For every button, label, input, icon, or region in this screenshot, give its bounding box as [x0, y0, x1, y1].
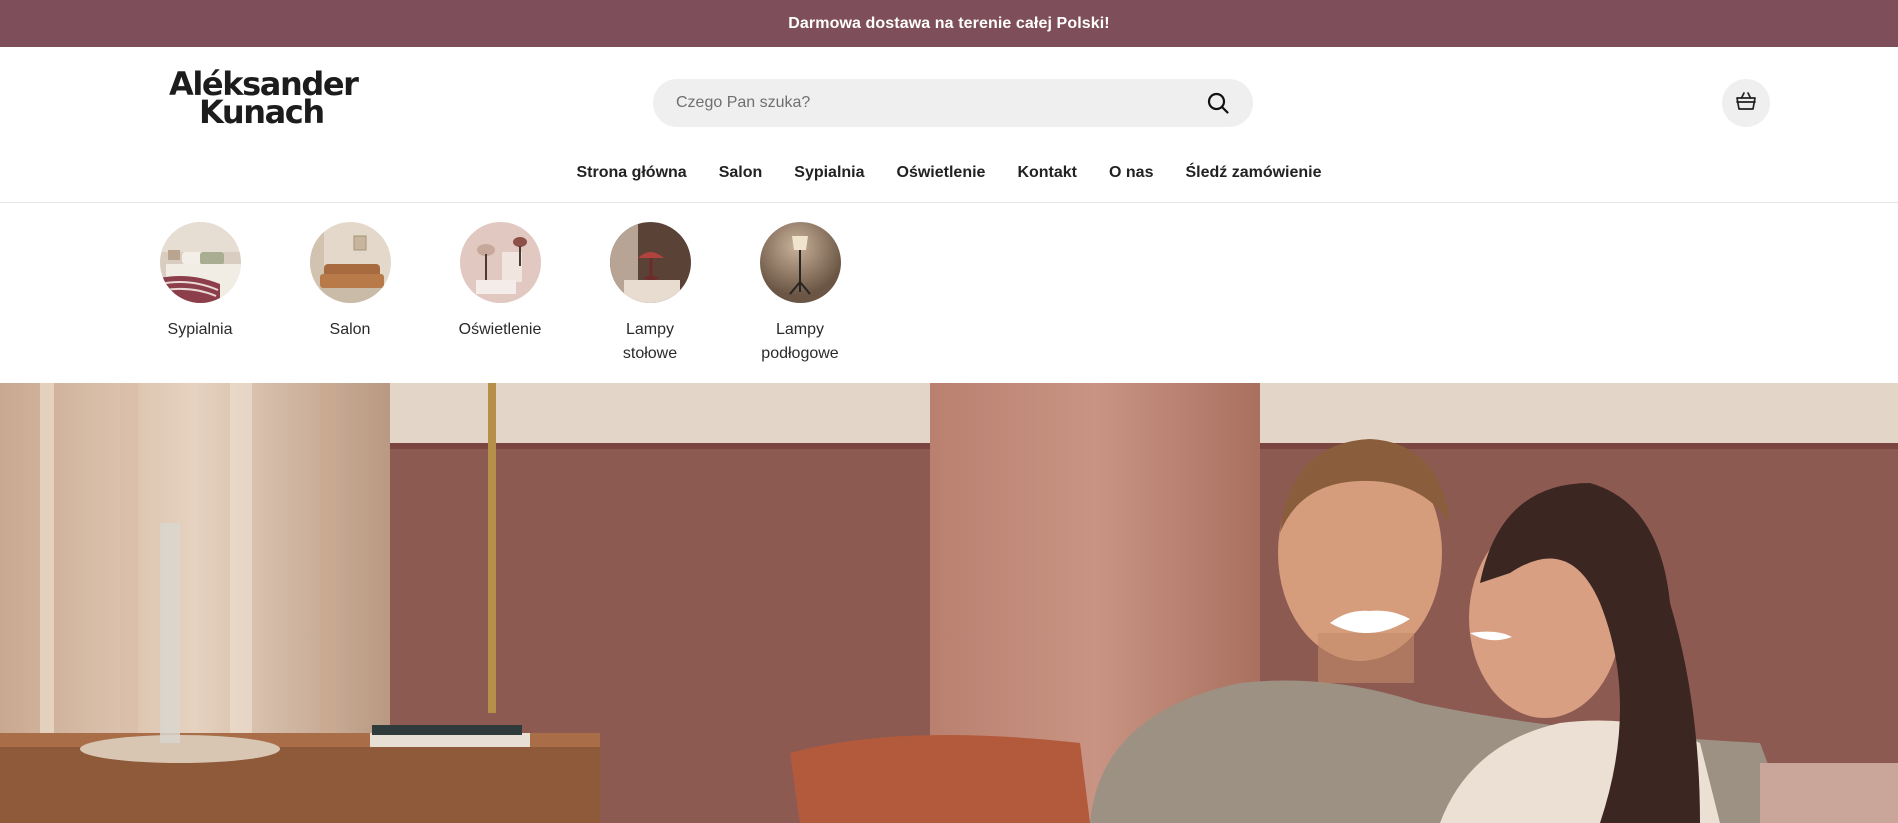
category-label: Sypialnia: [167, 321, 233, 338]
nav-item-o-nas[interactable]: O nas: [1109, 160, 1153, 186]
main-navigation: Strona główna Salon Sypialnia Oświetleni…: [0, 160, 1898, 186]
category-label: Lampy podłogowe: [761, 321, 839, 362]
category-sypialnia[interactable]: Sypialnia: [150, 222, 250, 342]
hero-banner-image: [0, 383, 1898, 823]
category-label: Salon: [329, 321, 371, 338]
site-logo[interactable]: Aléksander Kunach: [169, 68, 359, 134]
category-label: Lampy stołowe: [622, 321, 678, 362]
category-image-floor-lamps: [759, 222, 841, 303]
nav-item-sypialnia[interactable]: Sypialnia: [794, 160, 864, 186]
category-image-table-lamps: [609, 222, 691, 303]
category-salon[interactable]: Salon: [300, 222, 400, 342]
header-divider: [0, 202, 1898, 203]
nav-item-salon[interactable]: Salon: [719, 160, 763, 186]
category-image-lighting: [459, 222, 541, 303]
announcement-text: Darmowa dostawa na terenie całej Polski!: [788, 14, 1110, 32]
nav-item-kontakt[interactable]: Kontakt: [1017, 160, 1077, 186]
category-lampy-stolowe[interactable]: Lampy stołowe: [600, 222, 700, 366]
category-image-bedroom: [159, 222, 241, 303]
nav-item-home[interactable]: Strona główna: [576, 160, 686, 186]
cart-button[interactable]: [1722, 79, 1770, 127]
nav-item-oswietlenie[interactable]: Oświetlenie: [897, 160, 986, 186]
search-input[interactable]: [676, 94, 1205, 112]
shopping-bag-icon: [1735, 91, 1757, 116]
announcement-bar: Darmowa dostawa na terenie całej Polski!: [0, 0, 1898, 47]
nav-item-track-order[interactable]: Śledź zamówienie: [1185, 160, 1321, 186]
category-image-living-room: [309, 222, 391, 303]
category-lampy-podlogowe[interactable]: Lampy podłogowe: [750, 222, 850, 366]
search-bar[interactable]: [653, 79, 1253, 127]
category-label: Oświetlenie: [458, 321, 542, 338]
category-oswietlenie[interactable]: Oświetlenie: [450, 222, 550, 342]
search-icon[interactable]: [1205, 90, 1231, 116]
